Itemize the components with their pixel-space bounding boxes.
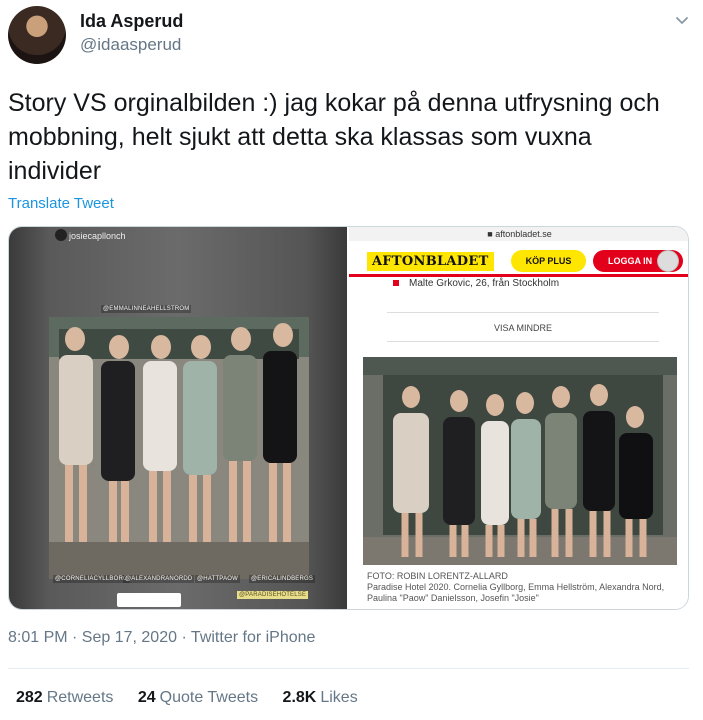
- story-tag-2: @ALEXANDRANORDD: [123, 575, 195, 583]
- lock-icon: ■: [487, 229, 496, 239]
- story-tag-1: @CORNELIACYLLBORG: [53, 575, 130, 583]
- tweet-media[interactable]: josiecapllonch @EMMALINNEAHELLSTROM @COR…: [8, 226, 689, 610]
- engagement-stats: 282 Retweets 24 Quote Tweets 2.8K Likes: [16, 689, 378, 707]
- divider: [8, 668, 689, 669]
- story-group-photo: [49, 317, 309, 579]
- photo-credit: FOTO: ROBIN LORENTZ-ALLARD: [367, 571, 508, 581]
- login-button[interactable]: LOGGA IN: [593, 250, 683, 272]
- caption-text: Paradise Hotel 2020. Cornelia Gyllborg, …: [367, 582, 665, 603]
- author-handle[interactable]: @idaasperud: [80, 35, 181, 55]
- story-sticker: [117, 593, 181, 607]
- list-item-text: Malte Grkovic, 26, från Stockholm: [409, 278, 560, 289]
- retweets-count: 282: [16, 689, 43, 706]
- tweet-timestamp[interactable]: 8:01 PM · Sep 17, 2020 · Twitter for iPh…: [8, 629, 315, 647]
- user-icon: [657, 250, 679, 272]
- photo-caption: FOTO: ROBIN LORENTZ-ALLARD Paradise Hote…: [367, 571, 687, 604]
- aftonbladet-logo: AFTONBLADET: [367, 252, 494, 271]
- story-tag-3: @HATTPAOW: [195, 575, 240, 583]
- list-item: Malte Grkovic, 26, från Stockholm: [393, 278, 559, 289]
- quote-tweets-label: Quote Tweets: [159, 689, 259, 706]
- bullet-icon: [393, 280, 399, 287]
- story-screenshot[interactable]: josiecapllonch @EMMALINNEAHELLSTROM @COR…: [9, 227, 347, 609]
- quote-tweets-stat[interactable]: 24 Quote Tweets: [138, 689, 258, 707]
- quote-tweets-count: 24: [137, 689, 156, 706]
- author-display-name[interactable]: Ida Asperud: [80, 11, 183, 32]
- chevron-down-icon[interactable]: [672, 10, 692, 30]
- retweets-stat[interactable]: 282 Retweets: [16, 689, 113, 707]
- aftonbladet-header: AFTONBLADET KÖP PLUS LOGGA IN: [349, 243, 688, 277]
- show-less-button[interactable]: VISA MINDRE: [387, 312, 659, 342]
- login-button-label: LOGGA IN: [608, 256, 653, 266]
- story-location-tag: @PARADISEHOTELSE: [237, 591, 309, 599]
- author-avatar[interactable]: [8, 6, 66, 64]
- url-text: aftonbladet.se: [495, 229, 552, 239]
- translate-tweet-link[interactable]: Translate Tweet: [8, 195, 114, 212]
- browser-url-bar: ■ aftonbladet.se: [349, 227, 688, 241]
- buy-plus-button[interactable]: KÖP PLUS: [511, 250, 586, 272]
- tweet-text: Story VS orginalbilden :) jag kokar på d…: [8, 89, 660, 185]
- likes-stat[interactable]: 2.8K Likes: [283, 689, 358, 707]
- story-tag-4: @ERICALINDBERGS: [249, 575, 316, 583]
- article-group-photo: [363, 357, 677, 565]
- retweets-label: Retweets: [46, 689, 114, 706]
- story-username: josiecapllonch: [69, 231, 126, 241]
- likes-count: 2.8K: [282, 689, 317, 706]
- story-avatar: [55, 229, 67, 241]
- story-tag-top: @EMMALINNEAHELLSTROM: [101, 305, 192, 313]
- likes-label: Likes: [320, 689, 358, 706]
- aftonbladet-screenshot[interactable]: ■ aftonbladet.se AFTONBLADET KÖP PLUS LO…: [349, 227, 688, 609]
